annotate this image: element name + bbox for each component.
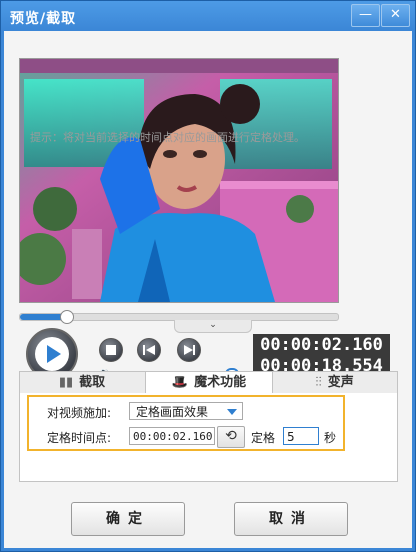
play-icon — [35, 337, 69, 371]
title-bar[interactable]: 预览/截取 — ✕ — [1, 1, 415, 31]
audio-wave-icon: ⫶⫶ — [315, 375, 322, 390]
freeze-duration-label: 定格 — [251, 431, 276, 445]
cancel-button[interactable]: 取消 — [234, 502, 348, 536]
use-current-time-button[interactable]: ⟲ — [217, 426, 245, 448]
tab-voice-change[interactable]: ⫶⫶ 变声 — [272, 372, 397, 394]
hint-text: 提示：将对当前选择的时间点对应的画面进行定格处理。 — [30, 131, 305, 144]
preview-cut-window: 预览/截取 — ✕ ⌄ 00:00:02.160 00:00:18.554 ▮▮… — [0, 0, 416, 552]
dropdown-arrow-icon — [227, 409, 237, 415]
close-button[interactable]: ✕ — [381, 4, 410, 27]
seek-thumb[interactable] — [60, 310, 75, 324]
stop-button[interactable] — [99, 338, 123, 362]
video-frame-image — [20, 59, 338, 302]
freeze-time-label: 定格时间点: — [47, 431, 112, 445]
tab-magic-label: 魔术功能 — [194, 375, 247, 390]
film-cut-icon: ▮▮ — [58, 375, 74, 390]
tab-voice-change-label: 变声 — [327, 375, 354, 390]
effect-select-value: 定格画面效果 — [136, 405, 209, 419]
freeze-time-input[interactable]: 00:00:02.160 — [129, 427, 215, 445]
function-tabs: ▮▮ 截取 🎩 魔术功能 ⫶⫶ 变声 — [19, 371, 398, 395]
video-preview — [19, 58, 339, 303]
ok-button[interactable]: 确定 — [71, 502, 185, 536]
current-time: 00:00:02.160 — [260, 335, 383, 355]
prev-frame-button[interactable] — [137, 338, 161, 362]
tab-cut[interactable]: ▮▮ 截取 — [20, 372, 144, 394]
next-frame-button[interactable] — [177, 338, 201, 362]
clock-refresh-icon: ⟲ — [225, 428, 237, 444]
dialog-body: ⌄ 🔉 00:00:02.160 00:00:18.554 ▮▮截取 🎩魔术功能 — [4, 31, 412, 548]
effect-select[interactable]: 定格画面效果 — [129, 402, 243, 420]
tab-cut-label: 截取 — [79, 375, 106, 390]
tab-magic[interactable]: 🎩 魔术功能 — [145, 372, 273, 395]
window-title: 预览/截取 — [10, 11, 77, 27]
minimize-button[interactable]: — — [351, 4, 380, 27]
apply-effect-label: 对视频施加: — [47, 406, 112, 420]
freeze-seconds-input[interactable]: 5 — [283, 427, 319, 445]
freeze-options-box: 对视频施加: 定格画面效果 定格时间点: 00:00:02.160 ⟲ 定格 5… — [27, 395, 345, 451]
seconds-unit: 秒 — [324, 431, 337, 445]
magic-panel: 对视频施加: 定格画面效果 定格时间点: 00:00:02.160 ⟲ 定格 5… — [19, 393, 398, 482]
magic-hat-icon: 🎩 — [171, 375, 189, 390]
